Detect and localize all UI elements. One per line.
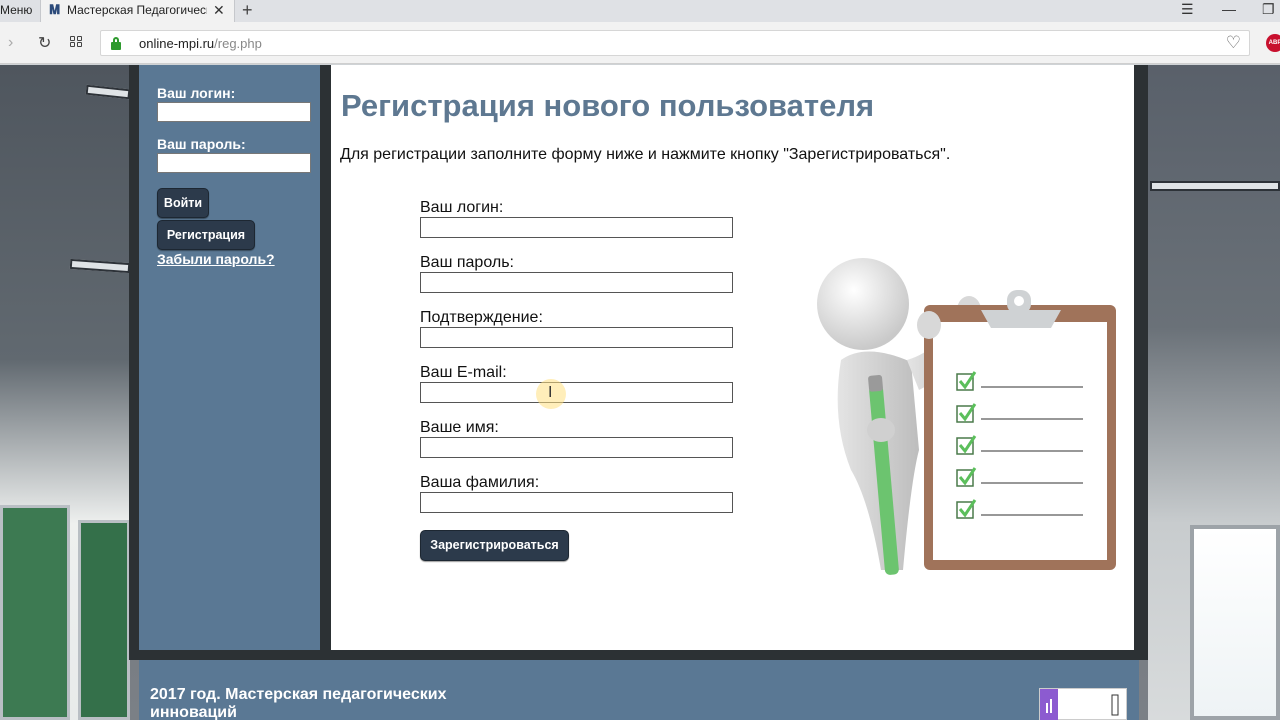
sidebar-login-label: Ваш логин: [157,85,236,101]
registration-content: Регистрация нового пользователя Для реги… [331,65,1134,650]
tab-close-icon[interactable]: ✕ [213,2,225,19]
sidebar-password-input[interactable] [157,153,311,173]
browser-tab-bar: Меню 𝐌 Мастерская Педагогических ✕ + ☰ —… [0,0,1280,22]
background-board [0,505,70,720]
tab-title: Мастерская Педагогических [67,3,207,17]
field-label-login: Ваш логин: [420,199,504,216]
page-title: Регистрация нового пользователя [341,88,875,123]
site-footer: 2017 год. Мастерская педагогических инно… [139,660,1139,720]
login-field[interactable] [420,217,733,238]
url-text: online-mpi.ru/reg.php [139,36,262,51]
login-sidebar: Ваш логин: Ваш пароль: Войти Регистрация… [139,65,320,650]
field-label-last-name: Ваша фамилия: [420,474,540,491]
forgot-password-link[interactable]: Забыли пароль? [157,251,275,267]
new-tab-icon[interactable]: + [242,0,253,21]
field-label-email: Ваш E-mail: [420,364,507,381]
text-cursor-icon: I [548,384,553,401]
background-window [1190,525,1280,720]
bookmark-heart-icon[interactable]: ♡ [1226,33,1241,53]
field-label-confirm: Подтверждение: [420,309,543,326]
password-field[interactable] [420,272,733,293]
field-label-password: Ваш пароль: [420,254,514,271]
restore-icon[interactable]: ❐ [1262,1,1275,18]
sidebar-password-label: Ваш пароль: [157,136,246,152]
sidebar-login-input[interactable] [157,102,311,122]
minimize-icon[interactable]: — [1222,1,1236,17]
login-button[interactable]: Войти [157,188,209,218]
web-page: Ваш логин: Ваш пароль: Войти Регистрация… [0,65,1280,720]
tab-active[interactable]: 𝐌 Мастерская Педагогических ✕ [40,0,235,22]
tab-previous[interactable]: Меню [0,3,32,17]
forward-icon[interactable]: › [8,34,13,52]
site-favicon-icon: 𝐌 [49,2,61,17]
intro-text: Для регистрации заполните форму ниже и н… [340,146,951,163]
background-lamp [1150,181,1280,191]
counter-badge-icon[interactable] [1039,688,1127,720]
adblock-icon[interactable]: ABP [1266,34,1280,52]
tab-menu-icon[interactable]: ☰ [1181,1,1194,18]
background-board [78,520,130,720]
url-host: online-mpi.ru [139,36,215,51]
footer-text: 2017 год. Мастерская педагогических инно… [150,686,447,720]
submit-register-button[interactable]: Зарегистрироваться [420,530,569,561]
clipboard-figure-illustration [817,258,1116,575]
speed-dial-icon[interactable] [70,36,84,48]
address-bar: › ↻ online-mpi.ru/reg.php ♡ ABP [0,22,1280,64]
url-path: /reg.php [214,36,262,51]
last-name-field[interactable] [420,492,733,513]
email-field[interactable] [420,382,733,403]
register-button[interactable]: Регистрация [157,220,255,250]
confirm-password-field[interactable] [420,327,733,348]
field-label-first-name: Ваше имя: [420,419,499,436]
reload-icon[interactable]: ↻ [38,33,51,53]
first-name-field[interactable] [420,437,733,458]
url-field[interactable]: online-mpi.ru/reg.php ♡ [100,30,1250,56]
lock-icon [111,37,121,50]
